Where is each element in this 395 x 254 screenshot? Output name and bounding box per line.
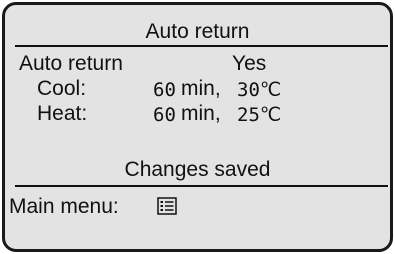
footer-divider — [15, 185, 388, 187]
heat-min-unit: min, — [181, 102, 221, 125]
cool-label: Cool: — [37, 77, 87, 100]
menu-list-icon — [157, 197, 177, 215]
title-divider — [15, 45, 388, 47]
cool-minutes: 60 — [153, 79, 176, 101]
auto-return-label: Auto return — [19, 52, 123, 75]
cool-temperature: 30℃ — [237, 79, 282, 101]
auto-return-value: Yes — [232, 52, 267, 75]
main-menu-label: Main menu: — [9, 195, 119, 218]
cool-min-unit: min, — [181, 77, 221, 100]
heat-minutes: 60 — [153, 104, 176, 126]
screen-title: Auto return — [145, 20, 250, 43]
controller-display: Auto return Auto return Yes Cool: 60 min… — [2, 2, 393, 252]
heat-temperature: 25℃ — [237, 104, 282, 126]
status-message: Changes saved — [124, 158, 271, 181]
heat-label: Heat: — [37, 102, 88, 125]
